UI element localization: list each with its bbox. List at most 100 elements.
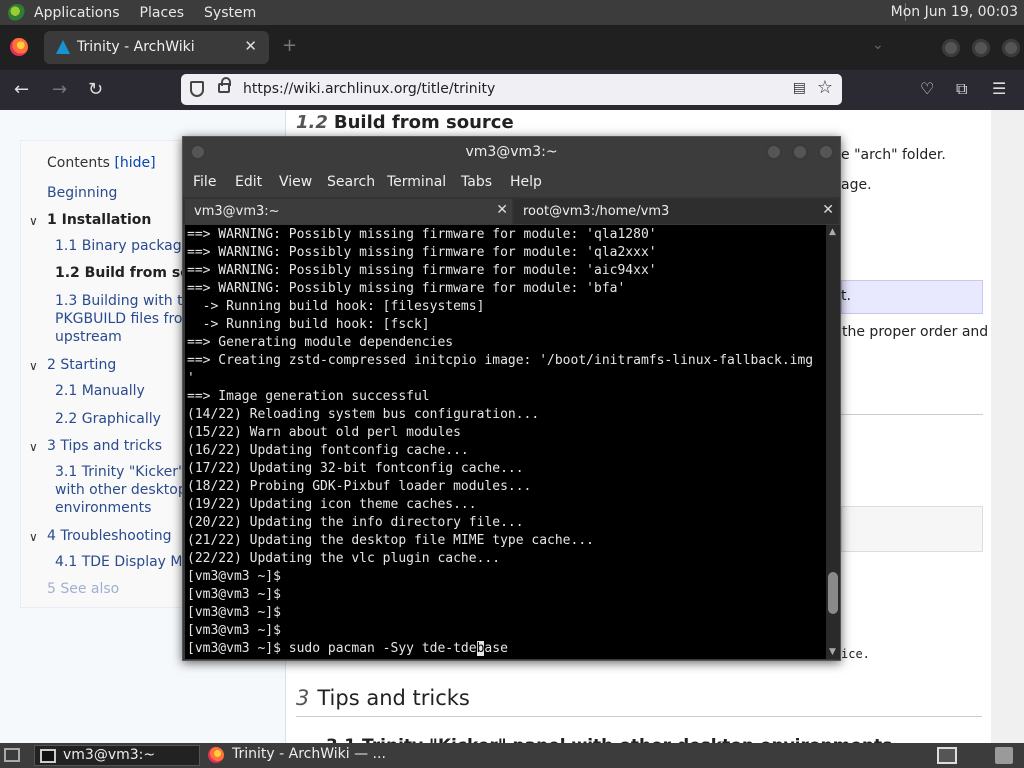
terminal-tab-label: root@vm3:/home/vm3 (523, 204, 670, 219)
maximize-button[interactable] (972, 39, 990, 57)
terminal-tab-close-button[interactable]: ✕ (822, 202, 834, 218)
scrollbar-thumb[interactable] (828, 572, 838, 615)
firefox-icon (208, 747, 224, 763)
terminal-line: (15/22) Warn about old perl modules (187, 425, 461, 440)
terminal-scrollbar[interactable]: ▲ ▼ (826, 225, 840, 659)
code-fragment: ice. (841, 647, 870, 661)
terminal-prompt-line[interactable]: [vm3@vm3 ~]$ sudo pacman -Syy tde-tdebas… (187, 641, 508, 656)
url-text[interactable]: https://wiki.archlinux.org/title/trinity (243, 81, 495, 97)
terminal-line: (18/22) Probing GDK-Pixbuf loader module… (187, 479, 532, 494)
toc-item[interactable]: 2 Starting (47, 357, 116, 373)
lock-icon[interactable] (218, 77, 231, 93)
toc-item[interactable]: 1.3 Building with the (55, 293, 184, 309)
toc-item[interactable]: Beginning (47, 185, 117, 201)
terminal-minimize-button[interactable] (765, 143, 783, 161)
toc-hide-link[interactable]: [hide] (114, 155, 155, 171)
note-box (841, 280, 983, 314)
terminal-tab-vm3[interactable]: vm3@vm3:~ ✕ (185, 199, 512, 224)
terminal-tab-root[interactable]: root@vm3:/home/vm3 ✕ (514, 199, 838, 224)
extensions-icon[interactable]: ⧉ (956, 79, 967, 99)
firefox-icon[interactable] (10, 38, 28, 56)
menu-help[interactable]: Help (510, 174, 542, 190)
menu-search[interactable]: Search (327, 174, 375, 190)
back-button[interactable]: ← (14, 79, 29, 100)
terminal-line: [vm3@vm3 ~]$ (187, 587, 281, 602)
terminal-tab-close-button[interactable]: ✕ (496, 202, 508, 218)
terminal-titlebar[interactable]: vm3@vm3:~ (183, 137, 840, 167)
system-menu[interactable]: System (204, 5, 256, 21)
terminal-icon (40, 749, 56, 763)
bookmark-star-icon[interactable]: ☆ (817, 77, 833, 98)
menu-view[interactable]: View (279, 174, 312, 190)
workspace-switcher-icon[interactable] (937, 747, 957, 764)
command-text: [vm3@vm3 ~]$ sudo pacman -Syy tde-tde (187, 641, 477, 656)
toc-item[interactable]: 3 Tips and tricks (47, 438, 162, 454)
terminal-line: [vm3@vm3 ~]$ (187, 605, 281, 620)
minimize-button[interactable] (942, 39, 960, 57)
pocket-icon[interactable]: ♡ (920, 79, 934, 98)
toc-item[interactable]: 4 Troubleshooting (47, 528, 172, 544)
terminal-window[interactable]: vm3@vm3:~ File Edit View Search Terminal… (182, 136, 841, 661)
tracking-protection-shield-icon[interactable] (190, 81, 204, 97)
toc-collapse-caret-icon[interactable]: ∨ (29, 359, 38, 373)
toc-header: Contents [hide] (47, 155, 156, 171)
body-text-fragment: t. (841, 288, 851, 304)
reload-button[interactable]: ↻ (88, 79, 103, 100)
menu-tabs[interactable]: Tabs (461, 174, 492, 190)
toc-item[interactable]: 2.1 Manually (55, 383, 145, 399)
section-number: 3 (296, 686, 310, 710)
toc-item[interactable]: PKGBUILD files from (55, 311, 184, 327)
app-menu-button[interactable]: ☰ (992, 79, 1006, 98)
browser-tab-bar: Trinity - ArchWiki ✕ + ⌄ (0, 25, 1024, 70)
applications-menu[interactable]: Applications (34, 5, 120, 21)
code-box (841, 506, 983, 552)
toc-collapse-caret-icon[interactable]: ∨ (29, 440, 38, 454)
terminal-close-button[interactable] (817, 143, 835, 161)
toc-item[interactable]: 4.1 TDE Display Manager (55, 554, 184, 570)
terminal-tab-label: vm3@vm3:~ (194, 204, 280, 219)
terminal-line: (14/22) Reloading system bus configurati… (187, 407, 540, 422)
terminal-line: ==> WARNING: Possibly missing firmware f… (187, 263, 657, 278)
toc-item[interactable]: 1.1 Binary packages (55, 238, 184, 254)
toc-item[interactable]: upstream (55, 329, 122, 345)
tab-list-chevron-icon[interactable]: ⌄ (872, 37, 884, 53)
close-window-button[interactable] (1002, 39, 1020, 57)
new-tab-button[interactable]: + (282, 35, 297, 56)
scroll-up-arrow-icon[interactable]: ▲ (829, 227, 836, 237)
toc-item[interactable]: 1 Installation (47, 212, 151, 228)
taskbar-item-firefox[interactable]: Trinity - ArchWiki — ... (204, 745, 464, 766)
url-bar[interactable]: https://wiki.archlinux.org/title/trinity… (181, 74, 842, 105)
browser-tab-trinity[interactable]: Trinity - ArchWiki ✕ (44, 31, 269, 64)
toc-item[interactable]: with other desktop (55, 482, 184, 498)
toc-collapse-caret-icon[interactable]: ∨ (29, 214, 38, 228)
toc-item[interactable]: 3.1 Trinity "Kicker" panel (55, 464, 184, 480)
tab-close-button[interactable]: ✕ (244, 37, 257, 55)
clock[interactable]: Mon Jun 19, 00:03 (891, 4, 1018, 20)
terminal-tab-bar: vm3@vm3:~ ✕ root@vm3:/home/vm3 ✕ (183, 197, 840, 224)
taskbar-item-terminal[interactable]: vm3@vm3:~ (34, 745, 200, 766)
terminal-line: ==> Generating module dependencies (187, 335, 454, 350)
desktop: Applications Places System Mon Jun 19, 0… (0, 0, 1024, 768)
distro-logo-icon[interactable] (8, 3, 26, 22)
show-desktop-icon[interactable] (4, 748, 20, 762)
forward-button[interactable]: → (52, 79, 67, 100)
trash-icon[interactable] (995, 747, 1013, 764)
menu-file[interactable]: File (193, 174, 216, 190)
terminal-output[interactable]: ==> WARNING: Possibly missing firmware f… (185, 225, 826, 659)
taskbar-item-label: vm3@vm3:~ (63, 747, 156, 763)
terminal-line: ==> Creating zstd-compressed initcpio im… (187, 353, 814, 368)
menu-edit[interactable]: Edit (235, 174, 262, 190)
toc-item[interactable]: environments (55, 500, 151, 516)
scroll-down-arrow-icon[interactable]: ▼ (829, 647, 836, 657)
toc-item[interactable]: 1.2 Build from source (55, 265, 184, 281)
page-scrollbar[interactable] (991, 110, 1024, 743)
terminal-line: [vm3@vm3 ~]$ (187, 623, 281, 638)
toc-item[interactable]: 2.2 Graphically (55, 411, 161, 427)
menu-terminal[interactable]: Terminal (387, 174, 446, 190)
toc-collapse-caret-icon[interactable]: ∨ (29, 530, 38, 544)
window-menu-button[interactable] (189, 143, 207, 161)
terminal-maximize-button[interactable] (791, 143, 809, 161)
places-menu[interactable]: Places (140, 5, 185, 21)
reader-view-icon[interactable]: ▤ (793, 80, 806, 96)
toc-item[interactable]: 5 See also (47, 581, 119, 597)
